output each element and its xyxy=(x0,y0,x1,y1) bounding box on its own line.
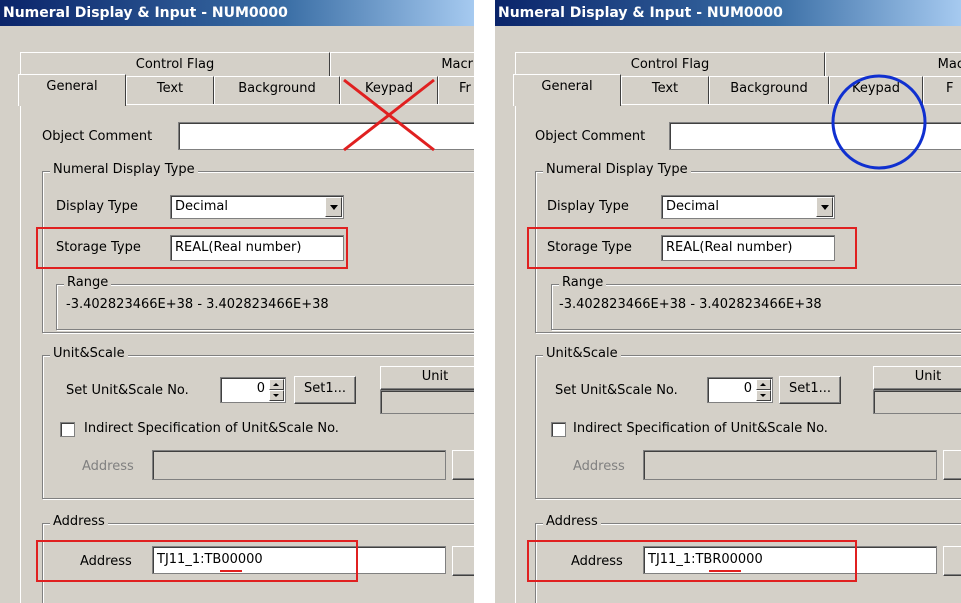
spin-down-icon[interactable] xyxy=(269,390,284,401)
display-type-label: Display Type xyxy=(547,199,629,214)
spin-up-icon[interactable] xyxy=(756,379,771,390)
range-group-title: Range xyxy=(559,275,607,290)
address-browse-button[interactable] xyxy=(452,546,474,576)
red-cross-icon xyxy=(343,78,435,152)
tab-control-flag[interactable]: Control Flag xyxy=(20,52,330,76)
display-type-select[interactable]: Decimal xyxy=(170,195,344,219)
address-group-title: Address xyxy=(543,514,601,529)
tab-general[interactable]: General xyxy=(513,74,621,106)
numeral-display-group-title: Numeral Display Type xyxy=(543,162,691,177)
tab-macro[interactable]: Macr xyxy=(330,52,474,76)
unit-header: Unit xyxy=(873,366,961,390)
left-dialog: Numeral Display & Input - NUM0000 Contro… xyxy=(0,0,474,603)
address-browse-button[interactable] xyxy=(943,546,961,576)
set-unit-scale-label: Set Unit&Scale No. xyxy=(66,383,189,398)
indirect-address-browse-button xyxy=(943,450,961,480)
indirect-spec-label: Indirect Specification of Unit&Scale No. xyxy=(573,421,828,436)
blue-circle-icon xyxy=(831,74,927,170)
indirect-address-browse-button xyxy=(452,450,474,480)
storage-type-highlight xyxy=(527,227,857,269)
set-unit-scale-label: Set Unit&Scale No. xyxy=(555,383,678,398)
address-highlight xyxy=(36,540,358,582)
window-title: Numeral Display & Input - NUM0000 xyxy=(495,0,961,26)
chevron-down-icon[interactable] xyxy=(325,197,342,217)
unit-header: Unit xyxy=(380,366,474,390)
window-title: Numeral Display & Input - NUM0000 xyxy=(0,0,474,26)
indirect-address-field xyxy=(643,450,937,480)
address-group-title: Address xyxy=(50,514,108,529)
object-comment-label: Object Comment xyxy=(42,129,153,144)
address-highlight xyxy=(527,540,857,582)
indirect-spec-checkbox[interactable] xyxy=(60,422,75,437)
range-value: -3.402823466E+38 - 3.402823466E+38 xyxy=(559,297,822,312)
right-dialog: Numeral Display & Input - NUM0000 Contro… xyxy=(495,0,961,603)
unit-field xyxy=(873,390,961,414)
address-underline xyxy=(220,570,242,572)
tab-frame[interactable]: Fr xyxy=(438,76,474,104)
display-type-label: Display Type xyxy=(56,199,138,214)
spin-buttons[interactable] xyxy=(269,379,284,401)
numeral-display-group-title: Numeral Display Type xyxy=(50,162,198,177)
indirect-address-label: Address xyxy=(573,459,625,474)
unit-scale-number-stepper[interactable]: 0 xyxy=(707,377,773,403)
spin-down-icon[interactable] xyxy=(756,390,771,401)
tab-general[interactable]: General xyxy=(18,74,126,106)
object-comment-label: Object Comment xyxy=(535,129,646,144)
range-value: -3.402823466E+38 - 3.402823466E+38 xyxy=(66,297,329,312)
tab-text[interactable]: Text xyxy=(621,76,709,104)
unit-scale-group-title: Unit&Scale xyxy=(543,346,621,361)
display-type-select[interactable]: Decimal xyxy=(661,195,835,219)
indirect-spec-label: Indirect Specification of Unit&Scale No. xyxy=(84,421,339,436)
indirect-address-field xyxy=(152,450,446,480)
chevron-down-icon[interactable] xyxy=(816,197,833,217)
set-unit-scale-button[interactable]: Set1... xyxy=(294,376,356,404)
indirect-spec-checkbox[interactable] xyxy=(551,422,566,437)
unit-field xyxy=(380,390,474,414)
address-underline xyxy=(709,570,741,572)
spin-up-icon[interactable] xyxy=(269,379,284,390)
tab-background[interactable]: Background xyxy=(214,76,340,104)
tab-control-flag[interactable]: Control Flag xyxy=(515,52,825,76)
unit-scale-number-stepper[interactable]: 0 xyxy=(220,377,286,403)
indirect-address-label: Address xyxy=(82,459,134,474)
unit-scale-group-title: Unit&Scale xyxy=(50,346,128,361)
tab-background[interactable]: Background xyxy=(709,76,829,104)
storage-type-highlight xyxy=(36,227,348,269)
range-group-title: Range xyxy=(64,275,112,290)
set-unit-scale-button[interactable]: Set1... xyxy=(779,376,841,404)
spin-buttons[interactable] xyxy=(756,379,771,401)
tab-text[interactable]: Text xyxy=(126,76,214,104)
